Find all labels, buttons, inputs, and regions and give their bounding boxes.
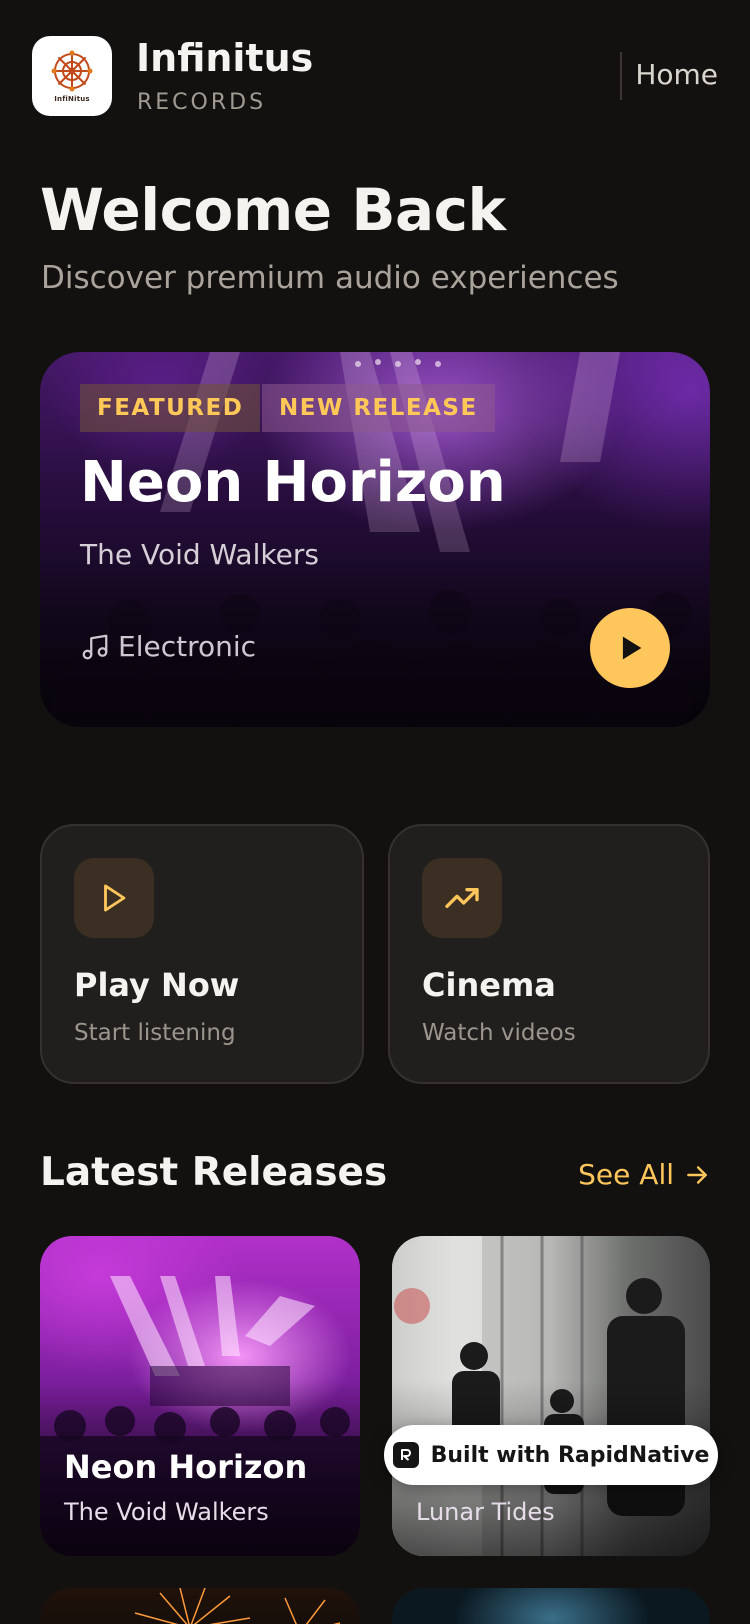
featured-artist: The Void Walkers <box>80 538 319 571</box>
play-now-card[interactable]: Play Now Start listening <box>40 824 364 1084</box>
release-card-partial[interactable] <box>40 1588 360 1624</box>
app-logo[interactable]: InfiNitus <box>32 36 112 116</box>
featured-badge: FEATURED <box>80 384 261 432</box>
play-now-title: Play Now <box>74 966 240 1004</box>
brand-subtitle: RECORDS <box>137 90 267 115</box>
built-with-label: Built with RapidNative <box>430 1442 710 1468</box>
featured-title: Neon Horizon <box>80 450 506 515</box>
cinema-card[interactable]: Cinema Watch videos <box>388 824 710 1084</box>
fireworks-cover-image <box>134 1588 341 1624</box>
home-screen: InfiNitus Infinitus RECORDS Home Welcome… <box>0 0 750 1624</box>
genre-label: Electronic <box>118 630 257 663</box>
see-all-link[interactable]: See All <box>578 1158 710 1191</box>
rapidnative-r-icon <box>400 1449 411 1461</box>
welcome-subtitle: Discover premium audio experiences <box>41 260 619 296</box>
welcome-title: Welcome Back <box>40 176 506 244</box>
cinema-subtitle: Watch videos <box>422 1020 576 1046</box>
release-artist: The Void Walkers <box>64 1498 269 1526</box>
featured-play-button[interactable] <box>590 608 670 688</box>
logo-wordmark: InfiNitus <box>54 95 90 103</box>
trending-up-icon <box>445 888 479 908</box>
play-now-subtitle: Start listening <box>74 1020 236 1046</box>
release-artist: Lunar Tides <box>416 1498 555 1526</box>
latest-releases-title: Latest Releases <box>40 1150 388 1195</box>
cinema-icon-box <box>422 858 502 938</box>
nav-home-link[interactable]: Home <box>635 58 718 91</box>
play-icon <box>622 636 642 660</box>
release-card-partial[interactable] <box>392 1588 710 1624</box>
play-now-icon-box <box>74 858 154 938</box>
release-title: Neon Horizon <box>64 1448 308 1486</box>
music-note-icon <box>82 634 108 659</box>
featured-card[interactable]: FEATURED NEW RELEASE Neon Horizon The Vo… <box>40 352 710 727</box>
logo-mandala-icon <box>51 50 93 92</box>
play-outline-icon <box>104 884 126 912</box>
rapidnative-logo-icon <box>392 1442 419 1468</box>
header-divider <box>620 52 622 100</box>
arrow-right-icon <box>687 1165 707 1184</box>
built-with-badge[interactable]: Built with RapidNative <box>384 1425 718 1485</box>
release-card[interactable]: Neon Horizon The Void Walkers <box>40 1236 360 1556</box>
cinema-title: Cinema <box>422 966 556 1004</box>
release-card[interactable]: Lunar Tides <box>392 1236 710 1556</box>
brand-name: Infinitus <box>136 36 314 80</box>
see-all-label: See All <box>578 1158 674 1191</box>
new-release-badge: NEW RELEASE <box>262 384 495 432</box>
featured-genre: Electronic <box>80 630 256 663</box>
